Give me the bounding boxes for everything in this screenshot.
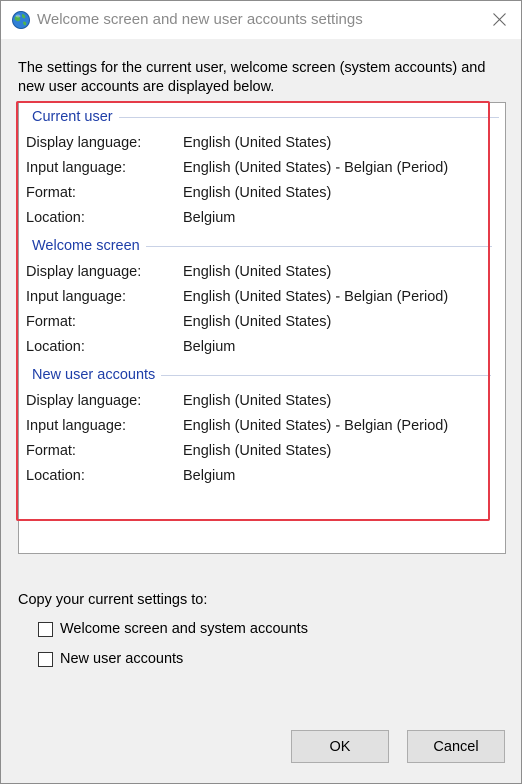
setting-value: Belgium [183,468,236,484]
cancel-button[interactable]: Cancel [407,730,505,763]
setting-label: Display language: [26,135,142,151]
close-icon [493,13,506,26]
setting-value: Belgium [183,339,236,355]
setting-label: Location: [26,468,85,484]
setting-row: Format: English (United States) [26,185,331,201]
group-heading-label: Welcome screen [32,238,140,254]
ok-button[interactable]: OK [291,730,389,763]
setting-value: Belgium [183,210,236,226]
setting-value: English (United States) [183,264,332,280]
checkbox-label: Welcome screen and system accounts [60,621,308,637]
setting-value: English (United States) [183,135,332,151]
setting-row: Location: Belgium [26,339,235,355]
dialog-window: Welcome screen and new user accounts set… [0,0,522,784]
group-heading-new-user-accounts: New user accounts [32,367,492,383]
setting-row: Input language: English (United States) … [26,160,448,176]
setting-label: Display language: [26,393,142,409]
setting-label: Format: [26,185,76,201]
group-heading-label: Current user [32,109,113,125]
setting-label: Input language: [26,289,126,305]
setting-row: Format: English (United States) [26,443,331,459]
setting-value: English (United States) [183,443,332,459]
globe-icon [12,11,30,29]
checkbox-box[interactable] [38,651,53,667]
setting-value: English (United States) [183,314,332,330]
group-divider [145,245,492,247]
setting-row: Display language: English (United States… [26,264,331,280]
checkbox-welcome-screen[interactable]: Welcome screen and system accounts [38,621,308,637]
setting-row: Input language: English (United States) … [26,418,448,434]
setting-value: English (United States) [183,393,332,409]
setting-row: Location: Belgium [26,468,235,484]
setting-label: Display language: [26,264,142,280]
checkbox-label: New user accounts [60,651,184,667]
setting-value: English (United States) - Belgian (Perio… [183,418,449,434]
checkbox-new-user-accounts[interactable]: New user accounts [38,651,183,667]
setting-label: Input language: [26,418,126,434]
setting-row: Display language: English (United States… [26,393,331,409]
group-heading-current-user: Current user [32,109,499,125]
title-bar: Welcome screen and new user accounts set… [1,1,521,39]
group-divider [161,374,492,376]
group-divider [118,116,499,118]
setting-label: Input language: [26,160,126,176]
setting-label: Format: [26,443,76,459]
setting-value: English (United States) [183,185,332,201]
checkbox-box[interactable] [38,621,53,637]
setting-label: Location: [26,210,85,226]
group-heading-welcome-screen: Welcome screen [32,238,492,254]
setting-value: English (United States) - Belgian (Perio… [183,289,449,305]
setting-value: English (United States) - Belgian (Perio… [183,160,449,176]
group-heading-label: New user accounts [32,367,156,383]
setting-row: Format: English (United States) [26,314,331,330]
setting-row: Location: Belgium [26,210,235,226]
setting-label: Location: [26,339,85,355]
setting-label: Format: [26,314,76,330]
copy-settings-label: Copy your current settings to: [18,592,208,608]
intro-text: The settings for the current user, welco… [18,60,486,95]
close-button[interactable] [477,1,521,39]
setting-row: Display language: English (United States… [26,135,331,151]
window-title: Welcome screen and new user accounts set… [37,11,363,28]
setting-row: Input language: English (United States) … [26,289,448,305]
